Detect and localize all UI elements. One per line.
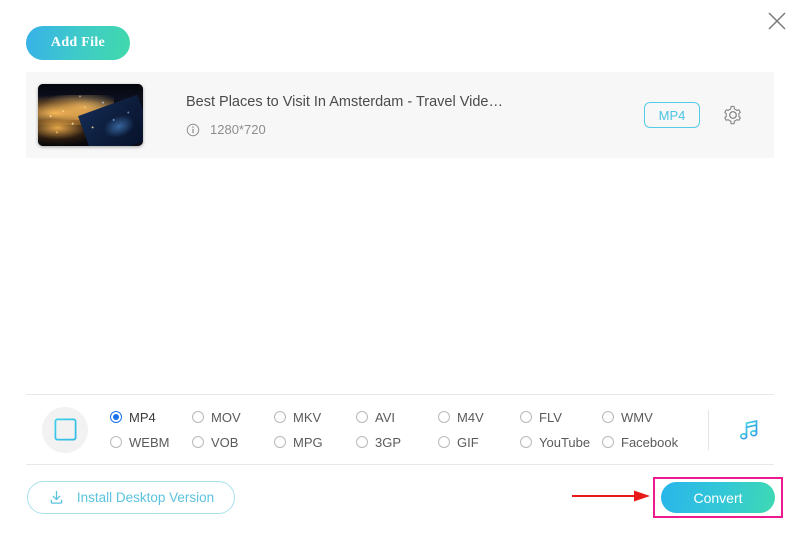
format-option-label: WMV	[621, 409, 653, 425]
annotation-arrow	[572, 490, 650, 502]
file-resolution: 1280*720	[210, 122, 266, 137]
format-option-label: FLV	[539, 409, 562, 425]
radio-indicator	[274, 436, 286, 448]
file-list-item[interactable]: Best Places to Visit In Amsterdam - Trav…	[26, 72, 774, 158]
format-option-label: MKV	[293, 409, 322, 425]
radio-indicator	[356, 436, 368, 448]
format-option-label: AVI	[375, 409, 395, 425]
format-option-mp4[interactable]: MP4	[110, 410, 192, 425]
radio-indicator	[438, 411, 450, 423]
format-option-label: VOB	[211, 434, 239, 450]
radio-indicator	[192, 436, 204, 448]
file-title: Best Places to Visit In Amsterdam - Trav…	[186, 94, 503, 110]
add-file-area: Add File	[26, 26, 130, 60]
format-option-mkv[interactable]: MKV	[274, 410, 356, 425]
radio-indicator	[520, 411, 532, 423]
format-option-label: MOV	[211, 409, 241, 425]
output-format-badge[interactable]: MP4	[644, 102, 700, 128]
radio-indicator	[356, 411, 368, 423]
file-settings-button[interactable]	[722, 104, 744, 126]
gear-icon	[724, 105, 741, 125]
radio-indicator	[274, 411, 286, 423]
file-metadata: Best Places to Visit In Amsterdam - Trav…	[186, 93, 644, 137]
close-icon	[768, 12, 786, 30]
audio-format-tab[interactable]	[735, 415, 765, 445]
format-option-webm[interactable]: WEBM	[110, 435, 192, 450]
format-option-label: YouTube	[539, 434, 591, 450]
radio-indicator	[438, 436, 450, 448]
panel-divider	[708, 409, 709, 450]
download-icon	[50, 490, 63, 504]
install-desktop-version-label: Install Desktop Version	[76, 490, 215, 505]
music-note-icon	[739, 419, 758, 440]
format-option-label: Facebook	[621, 434, 679, 450]
format-option-label: M4V	[457, 409, 484, 425]
format-option-facebook[interactable]: Facebook	[602, 435, 684, 450]
file-row-actions: MP4	[644, 102, 744, 128]
format-option-label: WEBM	[129, 434, 170, 450]
close-window-button[interactable]	[760, 4, 794, 38]
add-file-button[interactable]: Add File	[26, 26, 130, 60]
format-selection-panel: MP4 MOV MKV AVI M4V FLV WMV WEBM VOB MPG 3GP GIF You…	[26, 394, 774, 465]
format-option-mov[interactable]: MOV	[192, 410, 274, 425]
format-option-label: MP4	[129, 409, 156, 425]
radio-indicator	[602, 436, 614, 448]
format-option-vob[interactable]: VOB	[192, 435, 274, 450]
radio-indicator	[602, 411, 614, 423]
radio-indicator	[192, 411, 204, 423]
install-desktop-version-button[interactable]: Install Desktop Version	[27, 481, 235, 514]
radio-indicator	[520, 436, 532, 448]
format-option-3gp[interactable]: 3GP	[356, 435, 438, 450]
format-option-avi[interactable]: AVI	[356, 410, 438, 425]
radio-indicator	[110, 436, 122, 448]
format-option-mpg[interactable]: MPG	[274, 435, 356, 450]
thumbnail-lights	[38, 84, 143, 146]
film-strip-icon	[54, 418, 76, 441]
convert-button[interactable]: Convert	[661, 482, 775, 513]
format-option-label: MPG	[293, 434, 323, 450]
video-format-tab[interactable]	[42, 406, 88, 453]
format-option-flv[interactable]: FLV	[520, 410, 602, 425]
format-options-grid: MP4 MOV MKV AVI M4V FLV WMV WEBM VOB MPG 3GP GIF You…	[110, 405, 684, 455]
radio-indicator	[110, 411, 122, 423]
format-option-m4v[interactable]: M4V	[438, 410, 520, 425]
format-option-label: GIF	[457, 434, 479, 450]
format-option-youtube[interactable]: YouTube	[520, 435, 602, 450]
format-option-wmv[interactable]: WMV	[602, 410, 684, 425]
format-option-label: 3GP	[375, 434, 402, 450]
file-subinfo: 1280*720	[186, 122, 644, 137]
info-circle-icon	[186, 123, 200, 136]
format-option-gif[interactable]: GIF	[438, 435, 520, 450]
video-thumbnail	[38, 84, 143, 146]
